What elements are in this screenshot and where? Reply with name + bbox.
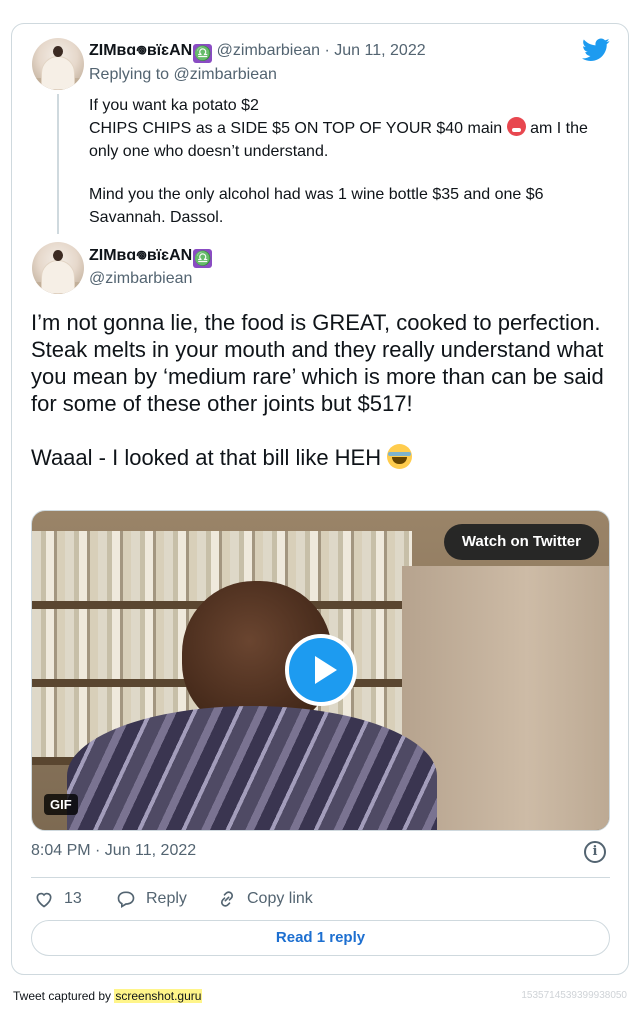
reply-label: Reply [146,890,187,907]
copy-link-label: Copy link [247,890,313,907]
copy-link-button[interactable]: Copy link [217,888,313,910]
main-tweet-text: I’m not gonna lie, the food is GREAT, co… [31,309,611,471]
like-count: 13 [64,890,82,907]
display-name[interactable]: ZIMʙɑ𖦹ʙïɛAN [89,42,192,59]
handle-and-date[interactable]: @zimbarbiean · Jun 11, 2022 [217,42,426,59]
main-paragraph-2: Waaal - I looked at that bill like HEH [31,444,611,471]
captured-by-credit: Tweet captured by screenshot.guru [13,989,203,1003]
tweet-timestamp[interactable]: 8:04 PM · Jun 11, 2022 [31,842,196,860]
play-icon[interactable] [285,634,357,706]
replying-to[interactable]: Replying to @zimbarbiean [89,66,277,84]
handle[interactable]: @zimbarbiean [89,270,192,288]
parent-line-2: CHIPS CHIPS as a SIDE $5 ON TOP OF YOUR … [89,117,609,163]
tears-of-joy-emoji-icon [387,444,413,469]
tweet-card: ZIMʙɑ𖦹ʙïɛAN ♎ @zimbarbiean · Jun 11, 2022… [11,23,629,975]
parent-author-line: ZIMʙɑ𖦹ʙïɛAN ♎ @zimbarbiean · Jun 11, 2022 [89,41,426,63]
parent-line-3: Mind you the only alcohol had was 1 wine… [89,186,548,226]
screenshot-guru-link[interactable]: screenshot.guru [114,989,203,1003]
libra-icon: ♎ [193,44,213,63]
gif-media[interactable]: Watch on Twitter GIF [31,510,610,831]
link-icon [220,891,234,907]
heart-icon [36,892,52,908]
watch-on-twitter-button[interactable]: Watch on Twitter [443,524,599,560]
thread-line [57,94,59,234]
libra-icon: ♎ [193,249,213,268]
divider [31,877,610,878]
parent-line-1: If you want ka potato $2 [89,97,259,114]
main-paragraph-1: I’m not gonna lie, the food is GREAT, co… [31,310,604,416]
avatar[interactable] [32,242,84,294]
gif-badge: GIF [44,794,78,815]
display-name[interactable]: ZIMʙɑ𖦹ʙïɛAN [89,247,192,264]
main-author-line: ZIMʙɑ𖦹ʙïɛAN ♎ [89,246,213,268]
read-replies-button[interactable]: Read 1 reply [31,920,610,956]
avatar[interactable] [32,38,84,90]
parent-tweet-text: If you want ka potato $2 CHIPS CHIPS as … [89,94,609,229]
tweet-id: 1535714539399938050 [521,990,627,1001]
reply-bubble-icon [117,891,135,908]
twitter-logo-icon[interactable] [582,38,610,62]
hot-face-emoji-icon [506,117,526,136]
info-icon[interactable]: i [584,841,606,863]
like-button[interactable]: 13 [34,888,82,910]
reply-button[interactable]: Reply [116,888,187,910]
